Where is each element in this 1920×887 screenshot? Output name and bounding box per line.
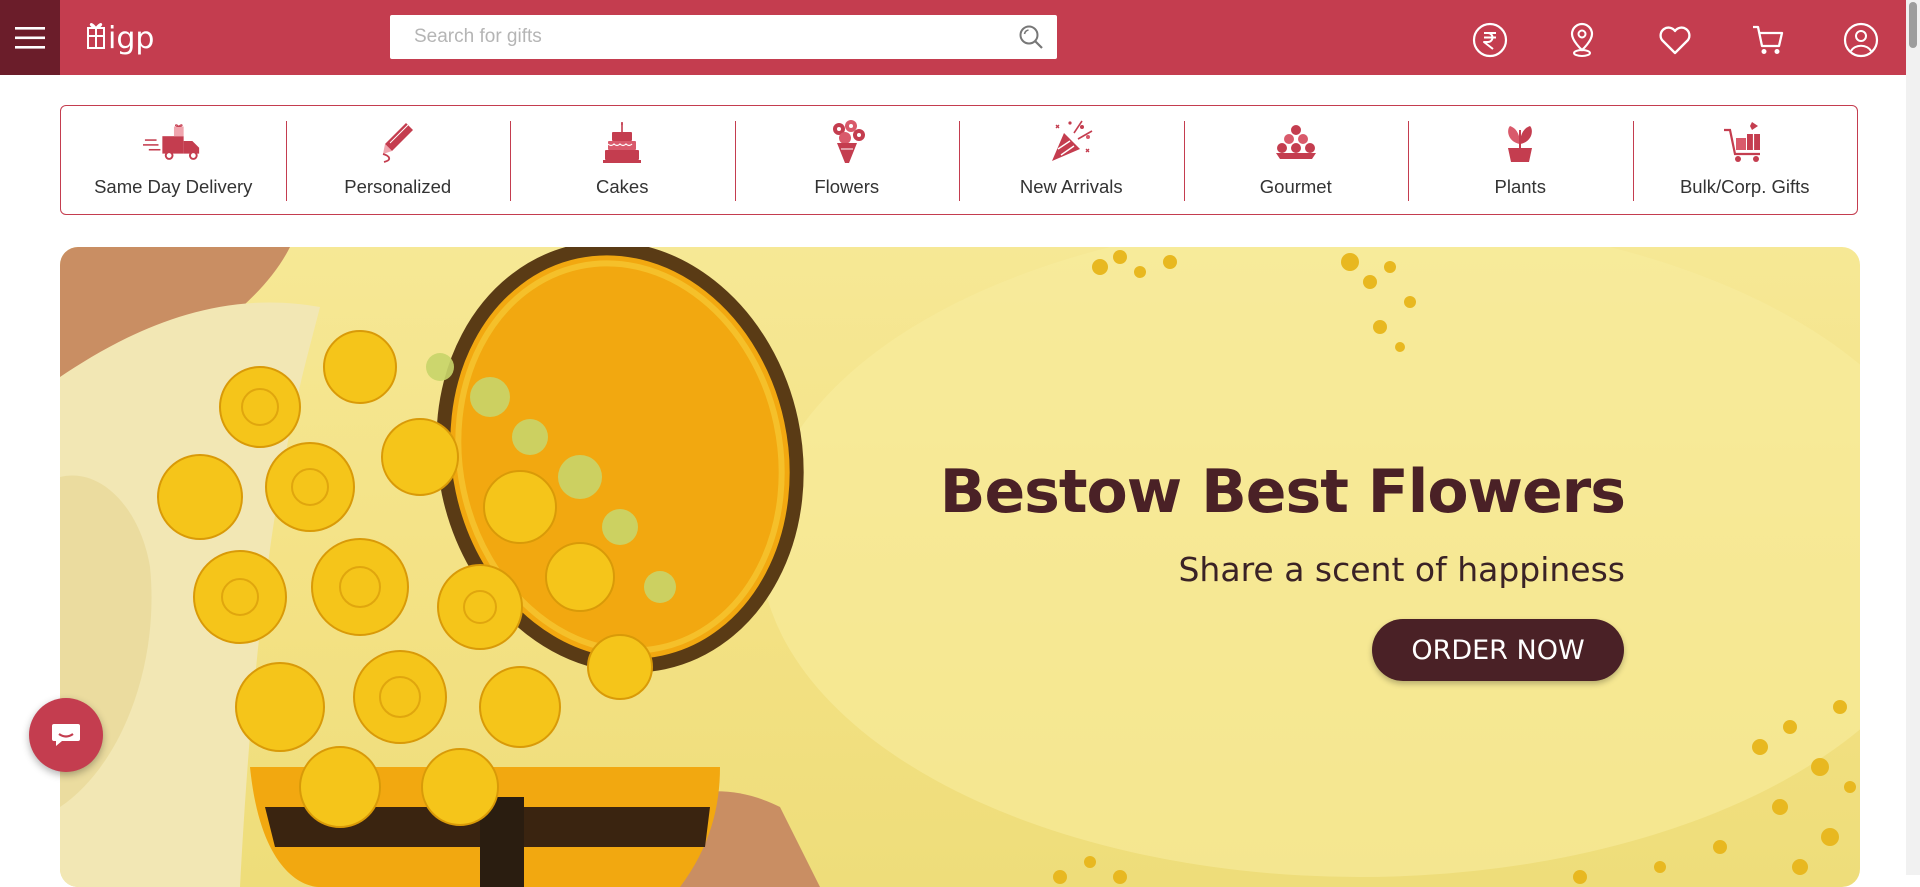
order-now-button[interactable]: ORDER NOW: [1372, 619, 1624, 681]
category-label: Bulk/Corp. Gifts: [1679, 176, 1810, 197]
category-label: Cakes: [596, 176, 649, 197]
cart-icon: [1753, 25, 1784, 54]
wishlist-button[interactable]: [1657, 22, 1693, 58]
category-label: New Arrivals: [1019, 176, 1123, 197]
category-label: Flowers: [814, 176, 880, 197]
logo-text: igp: [108, 21, 154, 56]
gift-cart-icon: [1723, 122, 1760, 162]
sweets-platter-icon: [1275, 125, 1316, 159]
scrollbar-thumb[interactable]: [1909, 2, 1917, 48]
user-account-icon: [1843, 22, 1879, 58]
location-icon: [1570, 22, 1594, 57]
category-gourmet[interactable]: Gourmet: [1183, 106, 1409, 214]
banner-text-block: Bestow Best Flowers Share a scent of hap…: [939, 457, 1626, 589]
potted-plant-icon: [1508, 126, 1533, 162]
rupee-currency-icon: [1472, 22, 1508, 58]
header-bar: igp: [0, 0, 1906, 75]
category-new-arrivals[interactable]: New Arrivals: [959, 106, 1184, 214]
category-flowers[interactable]: Flowers: [734, 106, 960, 214]
bouquet-icon: [832, 120, 865, 163]
chat-button[interactable]: [29, 698, 103, 772]
account-button[interactable]: [1843, 22, 1879, 58]
category-label: Plants: [1494, 176, 1546, 197]
category-personalized[interactable]: Personalized: [285, 106, 511, 214]
menu-icon: [15, 26, 45, 49]
category-label: Gourmet: [1259, 176, 1332, 197]
banner-title: Bestow Best Flowers: [939, 457, 1626, 527]
search-button[interactable]: [1011, 15, 1051, 59]
delivery-truck-icon: [143, 124, 200, 160]
currency-button[interactable]: [1472, 22, 1508, 58]
party-popper-icon: [1052, 120, 1093, 161]
category-strip: Same Day Delivery Personalized Cakes Flo…: [60, 105, 1858, 215]
hero-banner[interactable]: Bestow Best Flowers Share a scent of hap…: [60, 247, 1860, 887]
category-plants[interactable]: Plants: [1408, 106, 1633, 214]
category-label: Same Day Delivery: [94, 176, 253, 197]
menu-button[interactable]: [0, 0, 60, 75]
igp-logo[interactable]: igp: [86, 18, 160, 58]
category-same-day-delivery[interactable]: Same Day Delivery: [61, 106, 286, 214]
chat-icon: [52, 724, 80, 746]
page-scrollbar[interactable]: [1906, 0, 1920, 875]
cart-button[interactable]: [1750, 22, 1786, 58]
heart-icon: [1659, 26, 1691, 55]
cake-icon: [603, 122, 642, 163]
location-button[interactable]: [1564, 22, 1600, 58]
category-label: Personalized: [344, 176, 452, 197]
search-icon: [1019, 25, 1043, 49]
search-box[interactable]: [390, 14, 1057, 60]
gift-logo-icon: igp: [87, 21, 154, 56]
search-input[interactable]: [390, 14, 1011, 60]
category-cakes[interactable]: Cakes: [510, 106, 735, 214]
category-bulk-corp-gifts[interactable]: Bulk/Corp. Gifts: [1632, 106, 1858, 214]
banner-subtitle: Share a scent of happiness: [1178, 550, 1625, 589]
pencil-icon: [382, 123, 413, 163]
page: igp Search for gifts Same Day Delivery P…: [0, 0, 1906, 887]
